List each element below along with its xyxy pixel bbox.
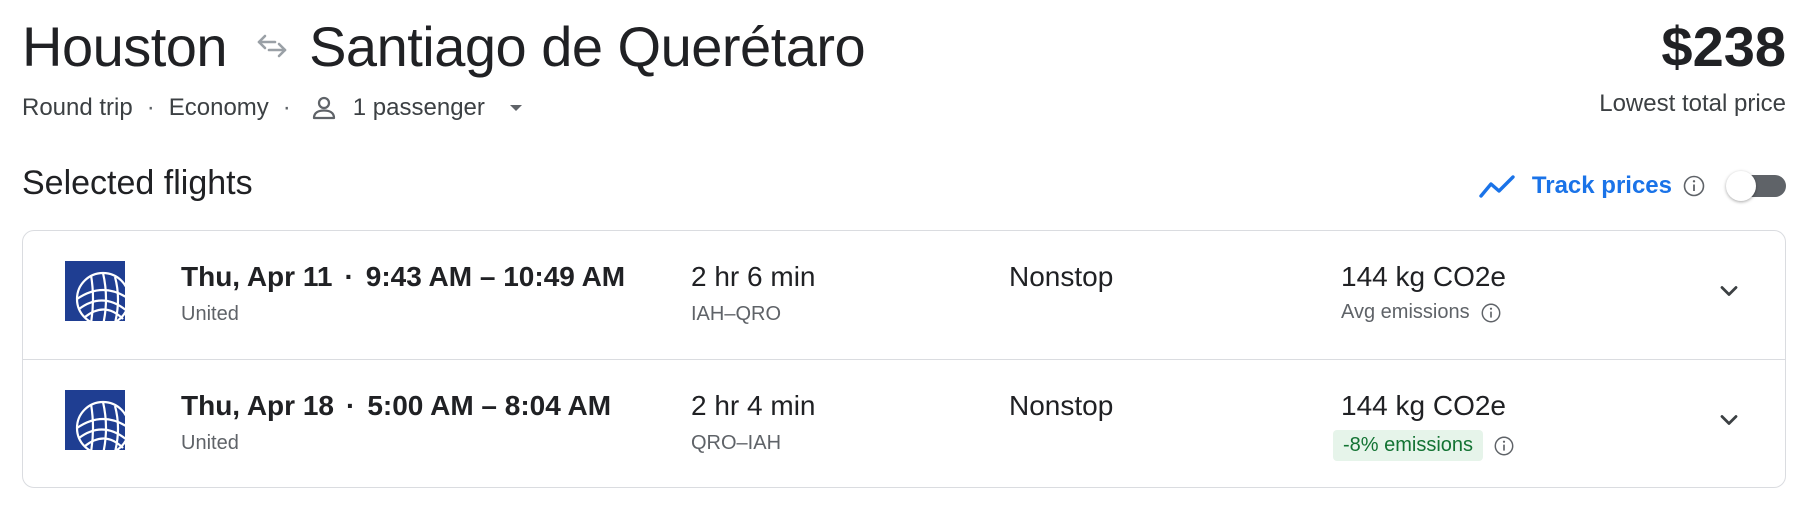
swap-arrows-icon [245, 26, 299, 66]
flight-time-range: 5:00 AM – 8:04 AM [367, 390, 612, 421]
united-airlines-logo [65, 261, 131, 327]
separator-dot: · [344, 261, 354, 292]
flight-stops: Nonstop [1009, 261, 1114, 292]
date-time-line: Thu, Apr 18 · 5:00 AM – 8:04 AM [181, 390, 611, 422]
airline-name: United [181, 432, 239, 454]
track-prices-label[interactable]: Track prices [1532, 172, 1672, 200]
flight-stops-block: Nonstop [1009, 261, 1113, 293]
selected-flights-heading: Selected flights [22, 164, 253, 202]
emissions-block: 144 kg CO2e Avg emissions [1341, 261, 1506, 324]
emissions-block: 144 kg CO2e -8% emissions [1333, 390, 1515, 461]
destination-city: Santiago de Querétaro [309, 14, 866, 78]
expand-flight-button[interactable] [1713, 404, 1745, 436]
flight-duration: 2 hr 4 min [691, 390, 816, 421]
separator-dot: · [282, 94, 291, 121]
flight-stops-block: Nonstop [1009, 390, 1113, 422]
chevron-down-icon [1720, 286, 1738, 296]
track-prices: Track prices [1478, 164, 1786, 208]
flight-date: Thu, Apr 11 [181, 261, 333, 292]
flight-date: Thu, Apr 18 [181, 390, 334, 421]
flight-duration-block: 2 hr 6 min IAH–QRO [691, 261, 816, 326]
date-time-line: Thu, Apr 11 · 9:43 AM – 10:49 AM [181, 261, 625, 293]
expand-flight-button[interactable] [1713, 275, 1745, 307]
emissions-value: 144 kg CO2e [1341, 390, 1506, 421]
price-caption: Lowest total price [1599, 90, 1786, 117]
selected-flights-card: Thu, Apr 11 · 9:43 AM – 10:49 AM United … [22, 230, 1786, 488]
emissions-badge: -8% emissions [1333, 430, 1484, 461]
toggle-knob [1726, 171, 1756, 201]
flight-route: IAH–QRO [691, 303, 782, 325]
total-price: $238 [1661, 14, 1786, 78]
flight-times: Thu, Apr 18 · 5:00 AM – 8:04 AM United [181, 390, 611, 455]
chevron-down-icon [1720, 415, 1738, 425]
flight-row[interactable]: Thu, Apr 11 · 9:43 AM – 10:49 AM United … [23, 231, 1785, 359]
emissions-value: 144 kg CO2e [1341, 261, 1506, 292]
origin-city: Houston [22, 14, 228, 78]
passenger-dropdown[interactable]: 1 passenger [305, 93, 527, 123]
united-airlines-logo [65, 390, 131, 456]
info-icon[interactable] [1493, 435, 1515, 457]
trend-line-icon [1478, 172, 1518, 200]
flight-duration-block: 2 hr 4 min QRO–IAH [691, 390, 816, 455]
track-prices-toggle[interactable] [1726, 171, 1786, 201]
separator-dot: · [146, 94, 155, 121]
trip-type: Round trip [22, 94, 133, 121]
route-title: Houston Santiago de Querétaro [22, 8, 866, 84]
flight-summary-page: Houston Santiago de Querétaro $238 Lowes… [22, 0, 1786, 522]
emissions-note-line: -8% emissions [1333, 430, 1515, 461]
flight-stops: Nonstop [1009, 390, 1114, 421]
passenger-count: 1 passenger [352, 94, 485, 121]
cabin-class: Economy [168, 94, 269, 121]
flight-duration: 2 hr 6 min [691, 261, 816, 292]
flight-row[interactable]: Thu, Apr 18 · 5:00 AM – 8:04 AM United 2… [23, 359, 1785, 487]
caret-down-icon [505, 97, 527, 119]
info-icon[interactable] [1682, 174, 1706, 198]
person-icon [309, 93, 339, 123]
trip-options: Round trip · Economy · 1 passenger [22, 90, 527, 126]
flight-time-range: 9:43 AM – 10:49 AM [365, 261, 626, 292]
separator-dot: · [345, 390, 356, 421]
emissions-note: Avg emissions [1341, 301, 1470, 323]
info-icon[interactable] [1480, 302, 1502, 324]
flight-route: QRO–IAH [691, 432, 782, 454]
airline-name: United [181, 303, 239, 325]
emissions-note-line: Avg emissions [1341, 301, 1506, 324]
flight-times: Thu, Apr 11 · 9:43 AM – 10:49 AM United [181, 261, 625, 326]
